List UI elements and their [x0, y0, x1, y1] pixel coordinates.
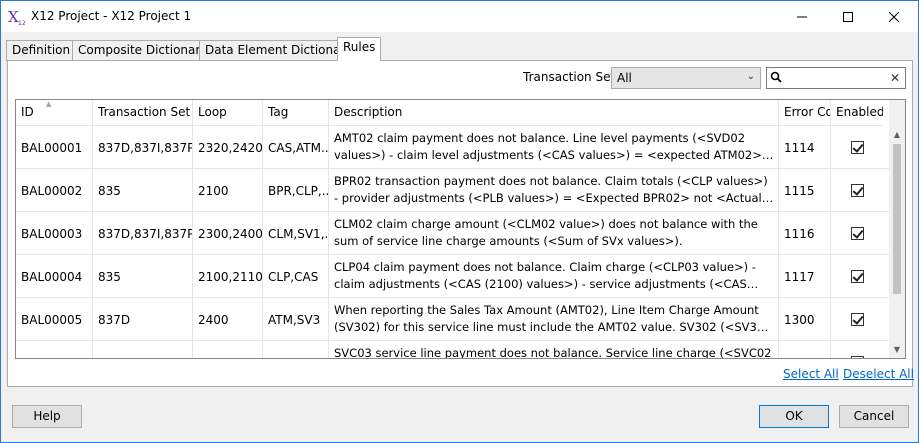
- cell-enabled: [831, 126, 883, 169]
- cancel-button[interactable]: Cancel: [839, 405, 909, 428]
- cell-enabled: [831, 341, 883, 358]
- cell-error-code: 1300: [779, 298, 831, 341]
- enabled-checkbox[interactable]: [851, 356, 864, 358]
- enabled-checkbox[interactable]: [851, 141, 864, 154]
- cell-transaction-set: 837D,837I,837P: [93, 212, 193, 255]
- grid-rows: BAL00001 837D,837I,837P 2320,2420 CAS,AT…: [16, 126, 891, 358]
- cell-tag: CLP,CAS: [263, 255, 329, 298]
- vertical-scrollbar[interactable]: ▲ ▼: [889, 100, 905, 358]
- transaction-set-label: Transaction Set:: [523, 70, 620, 84]
- cell-enabled: [831, 212, 883, 255]
- cell-id: BAL00003: [16, 212, 93, 255]
- tab-rules[interactable]: Rules: [337, 37, 382, 61]
- cell-error-code: 1118: [779, 341, 831, 358]
- cell-transaction-set: 835: [93, 255, 193, 298]
- cell-transaction-set: 837D,837I,837P: [93, 126, 193, 169]
- ok-button[interactable]: OK: [759, 405, 829, 428]
- cell-loop: 2100: [193, 169, 263, 212]
- deselect-all-link[interactable]: Deselect All: [843, 367, 914, 381]
- svg-text:12: 12: [18, 20, 26, 26]
- maximize-button[interactable]: [825, 1, 871, 32]
- cell-loop: 2300,2400: [193, 212, 263, 255]
- cell-error-code: 1117: [779, 255, 831, 298]
- cell-description: SVC03 service line payment does not bala…: [329, 341, 779, 358]
- cell-tag: CLM,SV1,...: [263, 212, 329, 255]
- column-header-tag[interactable]: Tag: [263, 100, 329, 126]
- search-input[interactable]: ✕: [766, 67, 906, 89]
- table-row[interactable]: BAL00004 835 2100,2110 CLP,CAS CLP04 cla…: [16, 255, 891, 298]
- cell-tag: CAS,SVC...: [263, 341, 329, 358]
- x12-app-icon: X 12: [8, 8, 26, 26]
- cell-tag: ATM,SV3: [263, 298, 329, 341]
- table-row[interactable]: BAL00005 837D 2400 ATM,SV3 When reportin…: [16, 298, 891, 341]
- cell-id: BAL00002: [16, 169, 93, 212]
- tab-composite-dictionary[interactable]: Composite Dictionary: [72, 40, 214, 61]
- cell-id: BAL00006: [16, 341, 93, 358]
- cell-error-code: 1114: [779, 126, 831, 169]
- help-button[interactable]: Help: [12, 405, 82, 428]
- cell-enabled: [831, 255, 883, 298]
- cell-enabled: [831, 298, 883, 341]
- cell-loop: 2100,2110: [193, 255, 263, 298]
- chevron-down-icon: ⌄: [746, 71, 755, 82]
- cell-description: CLP04 claim payment does not balance. Cl…: [329, 255, 779, 298]
- cell-id: BAL00004: [16, 255, 93, 298]
- cell-description: CLM02 claim charge amount (<CLM02 value>…: [329, 212, 779, 255]
- cell-transaction-set: 835: [93, 169, 193, 212]
- tab-data-element-dictionary[interactable]: Data Element Dictionary: [199, 40, 359, 61]
- tab-definition[interactable]: Definition: [6, 40, 77, 61]
- cell-tag: BPR,CLP,...: [263, 169, 329, 212]
- table-row[interactable]: BAL00003 837D,837I,837P 2300,2400 CLM,SV…: [16, 212, 891, 255]
- table-row[interactable]: BAL00002 835 2100 BPR,CLP,... BPR02 tran…: [16, 169, 891, 212]
- cell-error-code: 1115: [779, 169, 831, 212]
- cell-description: When reporting the Sales Tax Amount (AMT…: [329, 298, 779, 341]
- cell-id: BAL00001: [16, 126, 93, 169]
- scroll-thumb[interactable]: [893, 144, 901, 294]
- enabled-checkbox[interactable]: [851, 227, 864, 240]
- close-icon: [889, 11, 899, 22]
- cell-transaction-set: 835: [93, 341, 193, 358]
- enabled-checkbox[interactable]: [851, 313, 864, 326]
- column-header-transaction-set[interactable]: Transaction Set: [93, 100, 193, 126]
- search-icon: [770, 71, 782, 83]
- cell-tag: CAS,ATM...: [263, 126, 329, 169]
- title-bar: X 12 X12 Project - X12 Project 1: [1, 1, 918, 32]
- rules-grid: ▲ ID Transaction Set Loop Tag Descriptio…: [15, 99, 906, 359]
- cell-loop: 2110: [193, 341, 263, 358]
- cell-transaction-set: 837D: [93, 298, 193, 341]
- cell-loop: 2400: [193, 298, 263, 341]
- cell-description: BPR02 transaction payment does not balan…: [329, 169, 779, 212]
- clear-search-icon[interactable]: ✕: [890, 71, 900, 85]
- column-header-loop[interactable]: Loop: [193, 100, 263, 126]
- cell-id: BAL00005: [16, 298, 93, 341]
- cell-error-code: 1116: [779, 212, 831, 255]
- minimize-icon: [797, 16, 807, 17]
- column-header-enabled[interactable]: Enabled: [831, 100, 883, 126]
- column-header-id[interactable]: ▲ ID: [16, 100, 93, 126]
- column-header-description[interactable]: Description: [329, 100, 779, 126]
- enabled-checkbox[interactable]: [851, 270, 864, 283]
- minimize-button[interactable]: [779, 1, 825, 32]
- maximize-icon: [843, 11, 853, 22]
- transaction-set-value: All: [617, 71, 632, 85]
- cell-enabled: [831, 169, 883, 212]
- scroll-down-icon[interactable]: ▼: [889, 341, 905, 358]
- close-button[interactable]: [871, 1, 917, 32]
- scroll-up-icon[interactable]: ▲: [889, 126, 905, 143]
- cell-loop: 2320,2420: [193, 126, 263, 169]
- sort-ascending-icon: ▲: [46, 100, 52, 108]
- table-row[interactable]: BAL00006 835 2110 CAS,SVC... SVC03 servi…: [16, 341, 891, 358]
- dialog-window: X 12 X12 Project - X12 Project 1 Definit…: [0, 0, 919, 443]
- enabled-checkbox[interactable]: [851, 184, 864, 197]
- table-row[interactable]: BAL00001 837D,837I,837P 2320,2420 CAS,AT…: [16, 126, 891, 169]
- cell-description: AMT02 claim payment does not balance. Li…: [329, 126, 779, 169]
- column-header-error-code[interactable]: Error Co: [779, 100, 831, 126]
- transaction-set-select[interactable]: All ⌄: [611, 67, 761, 89]
- grid-header: ▲ ID Transaction Set Loop Tag Descriptio…: [16, 100, 891, 126]
- select-all-link[interactable]: Select All: [783, 367, 839, 381]
- window-title: X12 Project - X12 Project 1: [31, 9, 192, 23]
